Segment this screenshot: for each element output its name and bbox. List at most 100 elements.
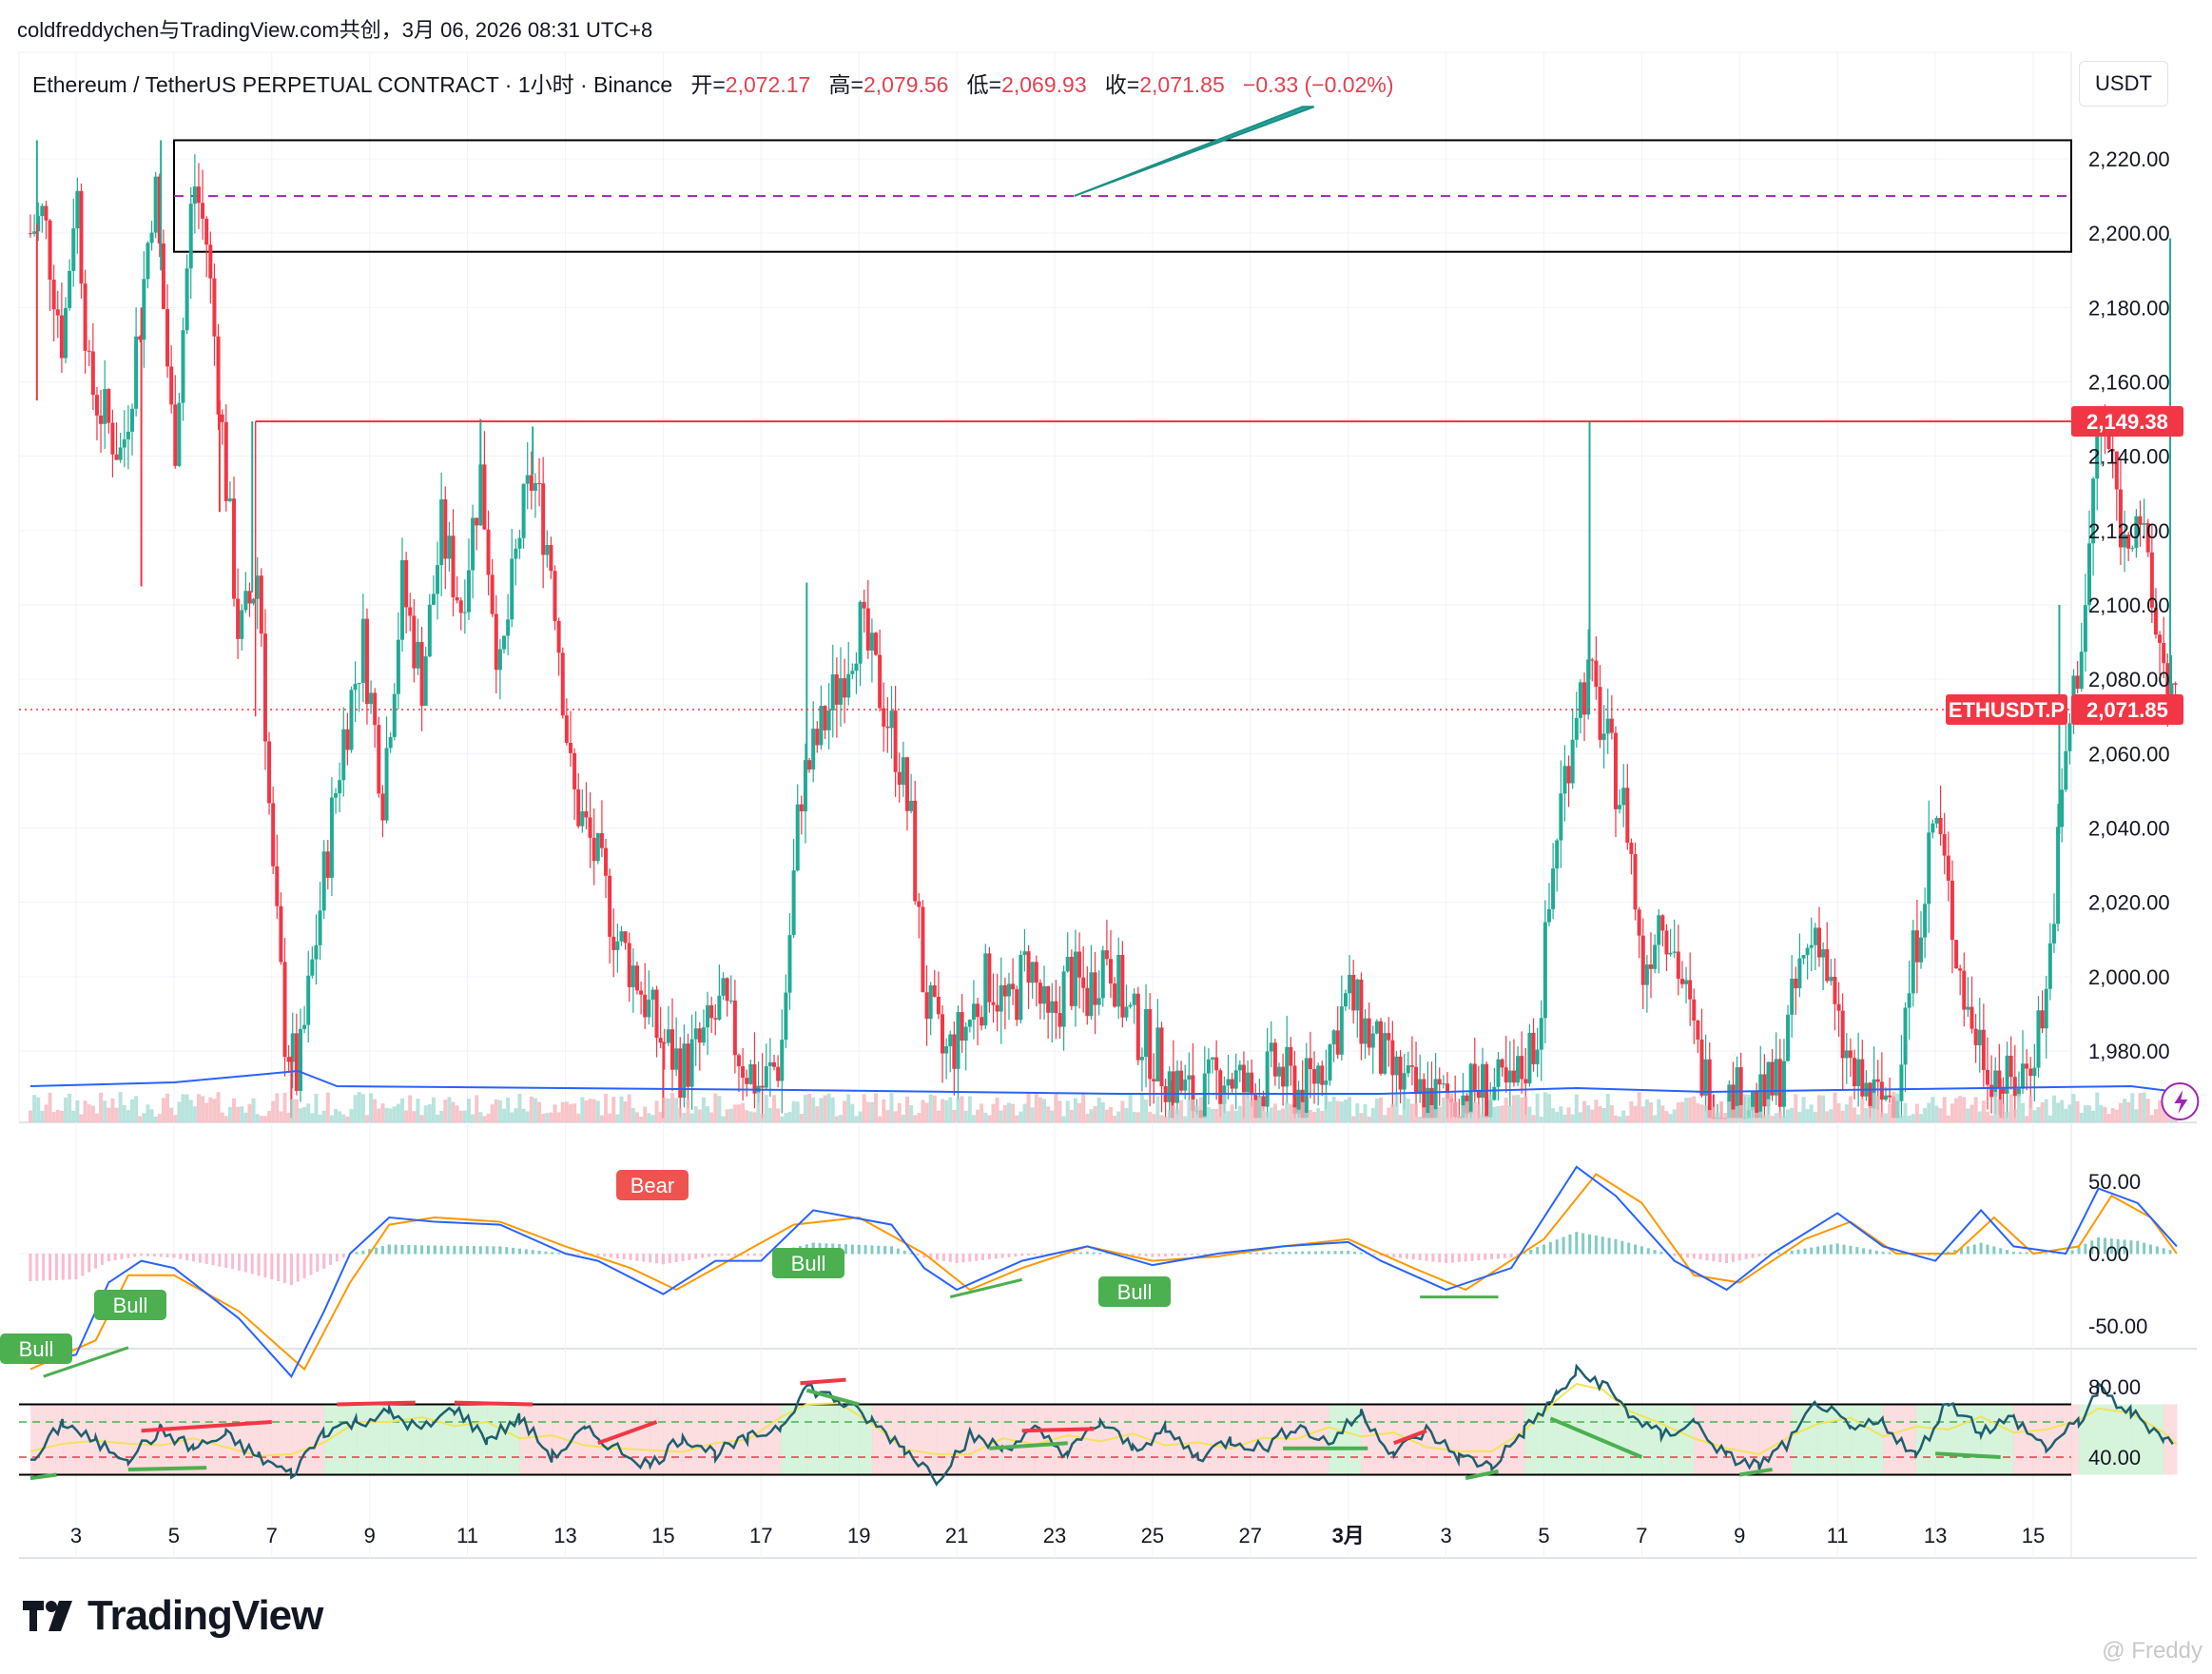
- volume-bar: [865, 1101, 870, 1122]
- time-tick-label: 9: [364, 1524, 376, 1547]
- rsi-zone: [682, 1404, 716, 1475]
- volume-bar: [502, 1108, 507, 1122]
- volume-bar: [321, 1110, 326, 1122]
- volume-bar: [803, 1095, 807, 1122]
- macd-tick-label: -50.00: [2088, 1314, 2147, 1338]
- currency-unit-button[interactable]: USDT: [2079, 61, 2168, 107]
- volume-bar: [1786, 1109, 1791, 1122]
- macd-histogram-bar: [1712, 1254, 1716, 1262]
- macd-histogram-bar: [1078, 1252, 1082, 1255]
- candle-body: [1500, 1059, 1504, 1068]
- rsi-zone: [617, 1404, 651, 1475]
- candle-body: [1801, 955, 1806, 959]
- candle-body: [854, 663, 859, 672]
- candle-body: [807, 760, 812, 769]
- volume-bar: [736, 1104, 741, 1122]
- macd-histogram-bar: [955, 1254, 959, 1263]
- macd-histogram-bar: [277, 1254, 281, 1281]
- candle-body: [1050, 1001, 1055, 1013]
- macd-histogram-bar: [1137, 1254, 1141, 1256]
- candle-body: [79, 190, 84, 284]
- macd-histogram-bar: [1764, 1254, 1768, 1256]
- macd-histogram-bar: [512, 1247, 515, 1255]
- candle-body: [502, 635, 507, 650]
- volume-bar: [1144, 1099, 1149, 1122]
- volume-bar: [2028, 1096, 2033, 1122]
- candle-body: [1348, 974, 1352, 994]
- tradingview-logo-icon: [23, 1601, 72, 1631]
- volume-bar: [2079, 1112, 2084, 1122]
- volume-bar: [1374, 1099, 1379, 1122]
- candle-body: [1511, 1070, 1516, 1083]
- macd-histogram-bar: [1033, 1254, 1037, 1256]
- macd-histogram-bar: [1543, 1244, 1545, 1255]
- candle-body: [2130, 548, 2135, 550]
- macd-histogram-bar: [54, 1254, 58, 1280]
- volume-bar: [2071, 1094, 2076, 1122]
- macd-histogram-bar: [752, 1254, 756, 1256]
- macd-histogram-bar: [1529, 1249, 1533, 1255]
- macd-histogram-bar: [1073, 1252, 1077, 1255]
- symbol-description[interactable]: Ethereum / TetherUS PERPETUAL CONTRACT ·…: [32, 72, 672, 97]
- candle-body: [2032, 1067, 2037, 1077]
- candle-body: [795, 804, 800, 871]
- volume-bar: [764, 1095, 768, 1122]
- tradingview-brand[interactable]: TradingView: [21, 1592, 323, 1640]
- volume-bar: [1285, 1101, 1290, 1122]
- volume-bar: [1790, 1107, 1795, 1122]
- rsi-zone: [1426, 1404, 1460, 1475]
- volume-bar: [697, 1109, 702, 1122]
- volume-bar: [1292, 1107, 1297, 1122]
- candle-body: [850, 671, 855, 674]
- volume-bar: [75, 1100, 80, 1122]
- candle-body: [227, 498, 232, 501]
- candle-body: [1281, 1066, 1286, 1087]
- volume-bar: [1958, 1096, 1963, 1122]
- candle-body: [709, 1004, 714, 1019]
- rsi-zone: [1602, 1404, 1630, 1475]
- volume-bar: [1840, 1110, 1845, 1122]
- candle-body: [294, 1033, 299, 1091]
- volume-bar: [1128, 1095, 1133, 1122]
- volume-bar: [1950, 1103, 1954, 1122]
- chart-canvas[interactable]: Bull Bull Bull Bear Bull 2,220.00 2,200.00 2,1…: [0, 0, 2212, 1674]
- volume-bar: [2091, 1110, 2096, 1122]
- volume-bar: [2008, 1094, 2013, 1122]
- rsi-zone: [650, 1404, 684, 1475]
- macd-histogram-bar: [863, 1245, 867, 1255]
- candle-body: [678, 1048, 683, 1099]
- macd-histogram-bar: [1353, 1251, 1357, 1255]
- volume-bar: [2067, 1104, 2072, 1122]
- candle-body: [510, 558, 514, 620]
- macd-histogram-bar: [649, 1254, 652, 1263]
- candle-body: [1543, 922, 1547, 1019]
- candle-body: [999, 984, 1003, 1012]
- candle-body: [298, 1028, 302, 1091]
- candle-body: [1308, 1058, 1312, 1070]
- candle-body: [75, 190, 80, 229]
- candle-body: [1183, 1079, 1188, 1091]
- volume-bar: [2005, 1111, 2009, 1122]
- macd-histogram-bar: [505, 1247, 509, 1255]
- volume-bar: [556, 1112, 561, 1122]
- candle-body: [110, 422, 115, 455]
- rsi-divergence-line: [454, 1400, 534, 1407]
- candle-body: [1919, 937, 1924, 963]
- candle-body: [952, 1034, 957, 1069]
- volume-bar: [1668, 1114, 1673, 1122]
- candle-body: [345, 729, 350, 750]
- volume-bar: [1476, 1104, 1481, 1122]
- volume-bar: [1640, 1106, 1645, 1122]
- volume-bar: [2001, 1103, 2006, 1122]
- resistance-price-tag: 2,149.38: [2086, 410, 2168, 434]
- candle-body: [654, 989, 659, 1039]
- candle-body: [885, 726, 890, 729]
- candle-body: [944, 1046, 949, 1054]
- candle-body: [564, 715, 569, 743]
- candle-body: [416, 641, 420, 669]
- volume-bar: [1829, 1109, 1834, 1122]
- candle-body: [1973, 1028, 1978, 1045]
- candle-body: [451, 535, 456, 597]
- candle-body: [1316, 1065, 1321, 1084]
- volume-bar: [204, 1102, 209, 1122]
